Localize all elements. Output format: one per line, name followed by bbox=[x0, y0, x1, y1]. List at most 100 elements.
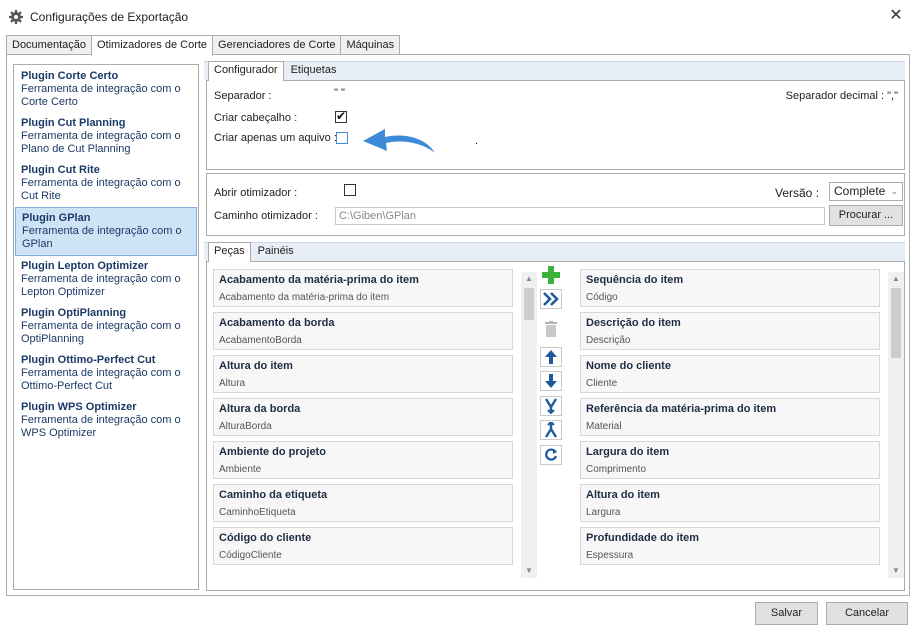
plugin-item-cut-rite[interactable]: Plugin Cut Rite Ferramenta de integração… bbox=[15, 160, 197, 207]
optimizer-path-input[interactable]: C:\Giben\GPlan bbox=[335, 207, 825, 225]
create-header-checkbox[interactable] bbox=[335, 109, 347, 123]
selected-fields-scrollbar[interactable]: ▲ ▼ bbox=[888, 272, 904, 578]
separator-value[interactable]: " " bbox=[334, 87, 345, 99]
list-item[interactable]: Altura do item Altura bbox=[213, 355, 513, 393]
tab-gerenciadores-de-corte[interactable]: Gerenciadores de Corte bbox=[212, 35, 342, 55]
list-item[interactable]: Profundidade do item Espessura bbox=[580, 527, 880, 565]
arrow-up-icon bbox=[545, 350, 557, 364]
plugin-description: Ferramenta de integração com o Plano de … bbox=[21, 130, 181, 155]
plugin-description: Ferramenta de integração com o WPS Optim… bbox=[21, 414, 181, 439]
field-column: AcabamentoBorda bbox=[219, 335, 302, 346]
scrollbar-thumb[interactable] bbox=[891, 288, 901, 358]
tab-etiquetas[interactable]: Etiquetas bbox=[285, 61, 343, 80]
list-item[interactable]: Nome do cliente Cliente bbox=[580, 355, 880, 393]
field-column: Descrição bbox=[586, 335, 631, 346]
plugin-item-gplan[interactable]: Plugin GPlan Ferramenta de integração co… bbox=[15, 207, 197, 256]
scrollbar-thumb[interactable] bbox=[524, 288, 534, 320]
plugin-item-wps-optimizer[interactable]: Plugin WPS Optimizer Ferramenta de integ… bbox=[15, 397, 197, 444]
dot-mark: . bbox=[475, 135, 479, 147]
plugin-item-optiplanning[interactable]: Plugin OptiPlanning Ferramenta de integr… bbox=[15, 303, 197, 350]
list-item[interactable]: Descrição do item Descrição bbox=[580, 312, 880, 350]
plugin-item-ottimo-perfect-cut[interactable]: Plugin Ottimo-Perfect Cut Ferramenta de … bbox=[15, 350, 197, 397]
arrow-down-icon bbox=[545, 374, 557, 388]
add-all-fields-button[interactable] bbox=[540, 289, 562, 309]
available-fields-list[interactable]: Acabamento da matéria-prima do item Acab… bbox=[213, 269, 519, 582]
move-down-button[interactable] bbox=[540, 371, 562, 391]
tab-configurador[interactable]: Configurador bbox=[208, 61, 284, 81]
version-select[interactable]: Complete ⌄ bbox=[829, 182, 903, 201]
field-column: AlturaBorda bbox=[219, 421, 272, 432]
arrow-left-icon bbox=[363, 129, 435, 153]
plugin-name: Plugin GPlan bbox=[22, 212, 91, 224]
add-field-button[interactable] bbox=[540, 265, 562, 285]
trash-icon bbox=[545, 321, 557, 337]
refresh-button[interactable] bbox=[540, 445, 562, 465]
field-column: Ambiente bbox=[219, 464, 262, 475]
plugin-name: Plugin Cut Rite bbox=[21, 164, 100, 176]
list-item[interactable]: Acabamento da matéria-prima do item Acab… bbox=[213, 269, 513, 307]
list-item[interactable]: Ambiente do projeto Ambiente bbox=[213, 441, 513, 479]
field-name: Profundidade do item bbox=[586, 532, 700, 544]
field-column: Acabamento da matéria-prima do item bbox=[219, 292, 390, 303]
optimizer-path-label: Caminho otimizador : bbox=[214, 210, 318, 222]
decimal-separator-label: Separador decimal : "," bbox=[785, 90, 898, 102]
field-name: Referência da matéria-prima do item bbox=[586, 403, 777, 415]
plus-icon bbox=[542, 266, 560, 284]
plugin-item-lepton-optimizer[interactable]: Plugin Lepton Optimizer Ferramenta de in… bbox=[15, 256, 197, 303]
field-column: Cliente bbox=[586, 378, 618, 389]
chevron-up-icon[interactable]: ▲ bbox=[888, 272, 904, 286]
field-name: Acabamento da borda bbox=[219, 317, 335, 329]
version-label: Versão : bbox=[775, 186, 820, 200]
plugin-settings-area: Configurador Etiquetas Separador : " " S… bbox=[204, 61, 905, 591]
list-item[interactable]: Altura do item Largura bbox=[580, 484, 880, 522]
plugin-name: Plugin WPS Optimizer bbox=[21, 401, 137, 413]
remove-field-button[interactable] bbox=[540, 319, 562, 339]
plugin-item-cut-planning[interactable]: Plugin Cut Planning Ferramenta de integr… bbox=[15, 113, 197, 160]
list-item[interactable]: Altura da borda AlturaBorda bbox=[213, 398, 513, 436]
main-tabs: Documentação Otimizadores de Corte Geren… bbox=[6, 35, 401, 56]
config-tabs: Configurador Etiquetas bbox=[208, 61, 343, 81]
selected-fields-list[interactable]: Sequência do item Código Descrição do it… bbox=[580, 269, 886, 582]
list-item[interactable]: Sequência do item Código bbox=[580, 269, 880, 307]
plugin-item-corte-certo[interactable]: Plugin Corte Certo Ferramenta de integra… bbox=[15, 66, 197, 113]
chevron-down-icon[interactable]: ▼ bbox=[521, 564, 537, 578]
save-button[interactable]: Salvar bbox=[755, 602, 818, 625]
field-column: CódigoCliente bbox=[219, 550, 282, 561]
browse-button[interactable]: Procurar ... bbox=[829, 205, 903, 226]
single-file-checkbox[interactable] bbox=[336, 132, 348, 144]
field-name: Altura do item bbox=[586, 489, 660, 501]
open-optimizer-checkbox[interactable] bbox=[344, 184, 356, 196]
tab-pecas[interactable]: Peças bbox=[208, 242, 251, 262]
field-name: Ambiente do projeto bbox=[219, 446, 326, 458]
split-field-button[interactable] bbox=[540, 420, 562, 440]
field-name: Código do cliente bbox=[219, 532, 312, 544]
list-item[interactable]: Código do cliente CódigoCliente bbox=[213, 527, 513, 565]
optimizer-panel: Abrir otimizador : Versão : Complete ⌄ C… bbox=[206, 173, 905, 236]
list-item[interactable]: Caminho da etiqueta CaminhoEtiqueta bbox=[213, 484, 513, 522]
field-name: Caminho da etiqueta bbox=[219, 489, 328, 501]
plugin-name: Plugin OptiPlanning bbox=[21, 307, 127, 319]
tab-documentacao[interactable]: Documentação bbox=[6, 35, 92, 55]
tab-otimizadores-de-corte[interactable]: Otimizadores de Corte bbox=[91, 35, 214, 56]
list-item[interactable]: Referência da matéria-prima do item Mate… bbox=[580, 398, 880, 436]
close-icon[interactable]: ✕ bbox=[887, 7, 905, 25]
tab-content-panel: Plugin Corte Certo Ferramenta de integra… bbox=[6, 54, 910, 596]
available-fields-scrollbar[interactable]: ▲ ▼ bbox=[521, 272, 537, 578]
fields-tab-strip bbox=[204, 242, 905, 261]
refresh-icon bbox=[545, 448, 558, 461]
field-column: Largura bbox=[586, 507, 621, 518]
create-header-label: Criar cabeçalho : bbox=[214, 112, 298, 124]
plugin-name: Plugin Lepton Optimizer bbox=[21, 260, 149, 272]
cancel-button[interactable]: Cancelar bbox=[826, 602, 908, 625]
merge-fields-button[interactable] bbox=[540, 396, 562, 416]
chevron-down-icon[interactable]: ▼ bbox=[888, 564, 904, 578]
move-up-button[interactable] bbox=[540, 347, 562, 367]
plugin-description: Ferramenta de integração com o Ottimo-Pe… bbox=[21, 367, 181, 392]
tab-paineis[interactable]: Painéis bbox=[252, 242, 300, 261]
field-column: Material bbox=[586, 421, 622, 432]
list-item[interactable]: Acabamento da borda AcabamentoBorda bbox=[213, 312, 513, 350]
tab-maquinas[interactable]: Máquinas bbox=[340, 35, 401, 55]
field-name: Altura do item bbox=[219, 360, 293, 372]
list-item[interactable]: Largura do item Comprimento bbox=[580, 441, 880, 479]
chevron-up-icon[interactable]: ▲ bbox=[521, 272, 537, 286]
